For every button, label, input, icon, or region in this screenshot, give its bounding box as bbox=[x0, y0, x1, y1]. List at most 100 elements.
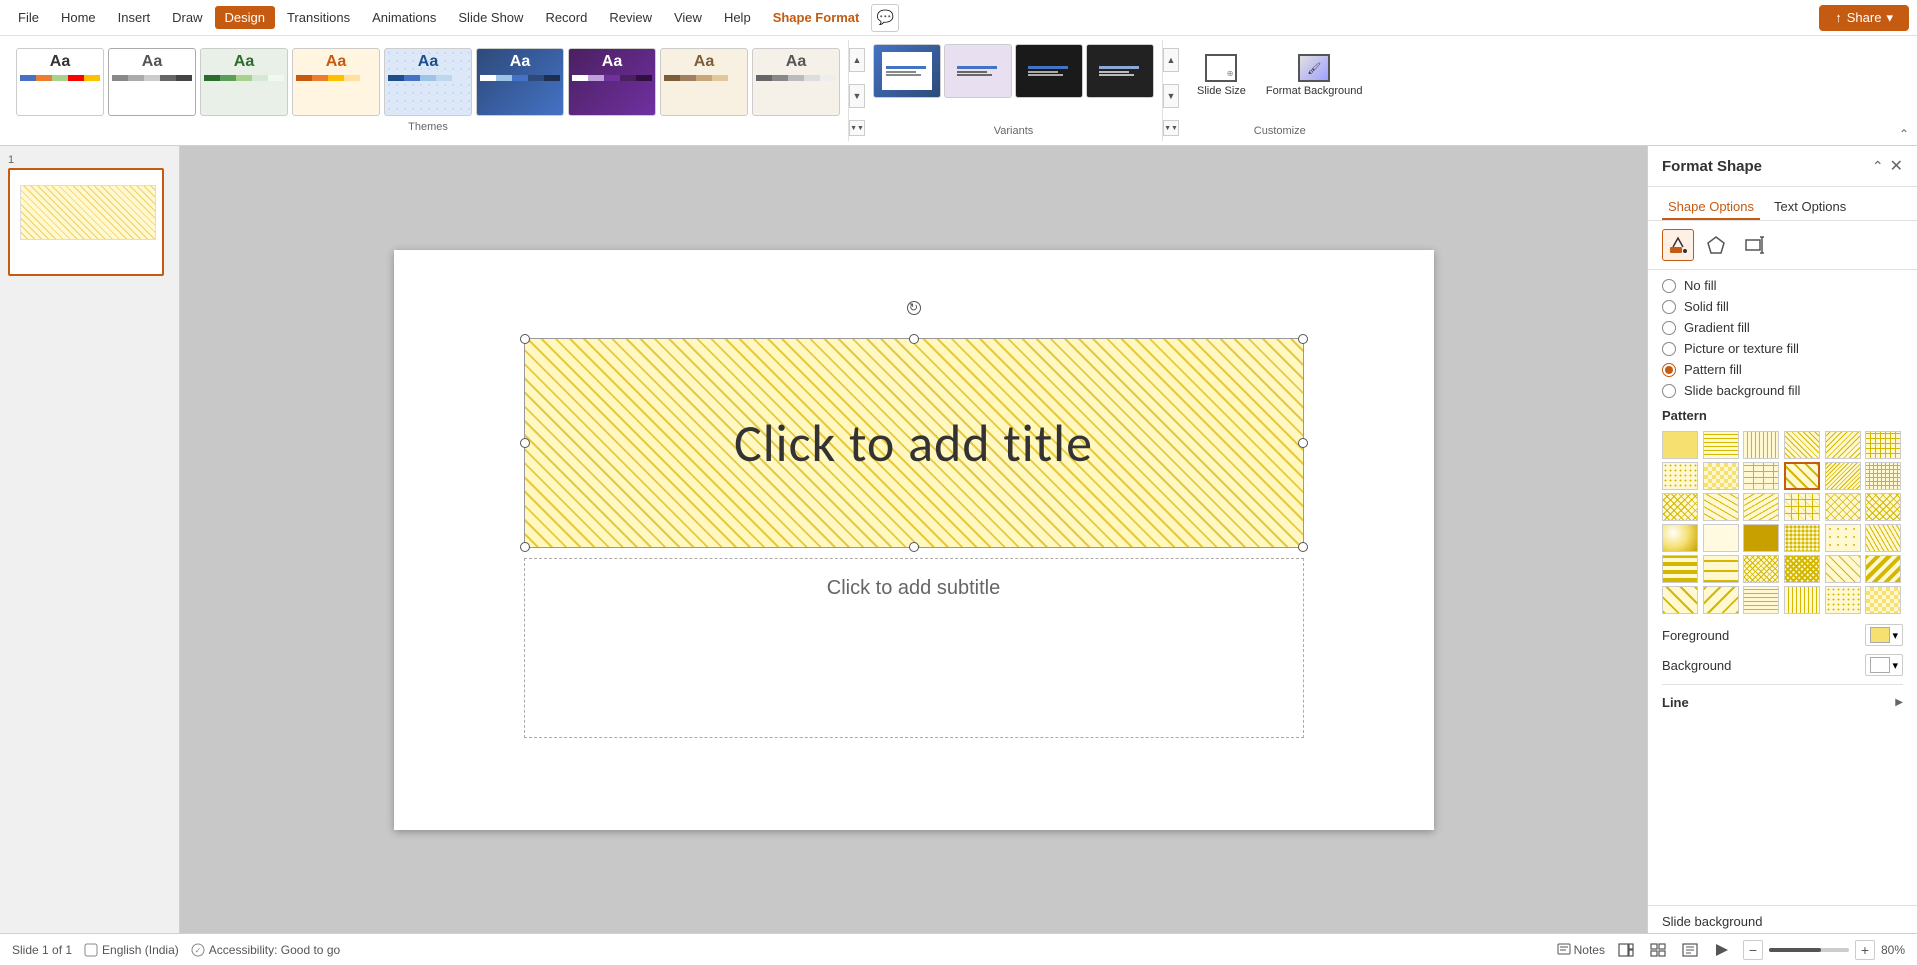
zoom-out-button[interactable]: − bbox=[1743, 940, 1763, 960]
pattern-sphere[interactable] bbox=[1662, 524, 1698, 552]
background-color-button[interactable]: ▾ bbox=[1865, 654, 1903, 676]
title-text-box[interactable]: ↻ Click to add title bbox=[524, 338, 1304, 548]
share-button[interactable]: ↑ Share ▾ bbox=[1819, 5, 1909, 31]
theme-3[interactable]: Aa bbox=[200, 48, 288, 116]
pattern-shingle[interactable] bbox=[1743, 493, 1779, 521]
pattern-stripe-lt[interactable] bbox=[1703, 555, 1739, 583]
fill-option-solid[interactable]: Solid fill bbox=[1662, 299, 1903, 314]
effects-icon-btn[interactable] bbox=[1700, 229, 1732, 261]
menu-insert[interactable]: Insert bbox=[108, 6, 161, 29]
handle-top-left[interactable] bbox=[520, 334, 530, 344]
pattern-wave[interactable] bbox=[1703, 493, 1739, 521]
variants-scroll-down[interactable]: ▼ bbox=[1163, 84, 1179, 108]
pattern-dk-down-diag[interactable] bbox=[1865, 555, 1901, 583]
pattern-wide-up-diag[interactable] bbox=[1662, 586, 1698, 614]
pattern-solid[interactable] bbox=[1662, 431, 1698, 459]
radio-solid-fill[interactable] bbox=[1662, 300, 1676, 314]
menu-view[interactable]: View bbox=[664, 6, 712, 29]
slide-sorter-button[interactable] bbox=[1647, 939, 1669, 961]
fill-line-icon-btn[interactable] bbox=[1662, 229, 1694, 261]
rotate-handle[interactable]: ↻ bbox=[907, 301, 921, 315]
handle-middle-right[interactable] bbox=[1298, 438, 1308, 448]
pattern-checker-2[interactable] bbox=[1865, 586, 1901, 614]
zoom-slider[interactable] bbox=[1769, 948, 1849, 952]
pattern-trellis[interactable] bbox=[1825, 493, 1861, 521]
format-panel-close-button[interactable]: ✕ bbox=[1890, 156, 1903, 176]
tab-text-options[interactable]: Text Options bbox=[1768, 195, 1852, 220]
radio-pattern-fill[interactable] bbox=[1662, 363, 1676, 377]
subtitle-text-box[interactable]: Click to add subtitle bbox=[524, 558, 1304, 738]
pattern-v-lines-2[interactable] bbox=[1784, 586, 1820, 614]
variant-3[interactable] bbox=[1015, 44, 1083, 98]
line-section-header[interactable]: Line ▶ bbox=[1662, 691, 1903, 714]
pattern-heavy-hatch[interactable] bbox=[1784, 555, 1820, 583]
format-panel-collapse-icon[interactable]: ⌃ bbox=[1872, 158, 1884, 175]
zoom-level[interactable]: 80% bbox=[1881, 943, 1905, 957]
theme-6[interactable]: Aa bbox=[476, 48, 564, 116]
size-icon-btn[interactable] bbox=[1738, 229, 1770, 261]
variant-1[interactable] bbox=[873, 44, 941, 98]
menu-record[interactable]: Record bbox=[535, 6, 597, 29]
handle-middle-left[interactable] bbox=[520, 438, 530, 448]
menu-help[interactable]: Help bbox=[714, 6, 761, 29]
handle-top-middle[interactable] bbox=[909, 334, 919, 344]
fill-option-picture[interactable]: Picture or texture fill bbox=[1662, 341, 1903, 356]
fill-option-gradient[interactable]: Gradient fill bbox=[1662, 320, 1903, 335]
theme-9[interactable]: Aa bbox=[752, 48, 840, 116]
radio-no-fill[interactable] bbox=[1662, 279, 1676, 293]
menu-review[interactable]: Review bbox=[599, 6, 662, 29]
pattern-dksolid[interactable] bbox=[1743, 524, 1779, 552]
pattern-diag1[interactable] bbox=[1784, 431, 1820, 459]
pattern-h-lines[interactable] bbox=[1703, 431, 1739, 459]
theme-1[interactable]: Aa bbox=[16, 48, 104, 116]
foreground-color-button[interactable]: ▾ bbox=[1865, 624, 1903, 646]
slide-thumbnail-1[interactable] bbox=[8, 168, 164, 276]
pattern-grid-cell[interactable] bbox=[1865, 462, 1901, 490]
pattern-dots-2[interactable] bbox=[1825, 586, 1861, 614]
themes-scroll-up[interactable]: ▲ bbox=[849, 48, 865, 72]
slide-size-button[interactable]: ⊕ Slide Size bbox=[1189, 48, 1254, 125]
handle-bottom-left[interactable] bbox=[520, 542, 530, 552]
menu-design[interactable]: Design bbox=[215, 6, 275, 29]
pattern-diamond[interactable] bbox=[1865, 493, 1901, 521]
pattern-narrow-diag[interactable] bbox=[1825, 462, 1861, 490]
format-background-button[interactable]: 🖌 Format Background bbox=[1258, 48, 1371, 125]
theme-2[interactable]: Aa bbox=[108, 48, 196, 116]
fill-option-slide-bg[interactable]: Slide background fill bbox=[1662, 383, 1903, 398]
pattern-wide-down-diag[interactable] bbox=[1703, 586, 1739, 614]
pattern-lt-up-diag[interactable] bbox=[1825, 555, 1861, 583]
handle-bottom-middle[interactable] bbox=[909, 542, 919, 552]
chat-icon[interactable]: 💬 bbox=[871, 4, 899, 32]
menu-slideshow[interactable]: Slide Show bbox=[448, 6, 533, 29]
variant-4[interactable] bbox=[1086, 44, 1154, 98]
pattern-plaid[interactable] bbox=[1784, 493, 1820, 521]
handle-bottom-right[interactable] bbox=[1298, 542, 1308, 552]
pattern-sparse-dots[interactable] bbox=[1825, 524, 1861, 552]
pattern-checker[interactable] bbox=[1703, 462, 1739, 490]
pattern-dots[interactable] bbox=[1662, 462, 1698, 490]
pattern-confetti[interactable] bbox=[1865, 524, 1901, 552]
themes-scroll-down[interactable]: ▼ bbox=[849, 84, 865, 108]
menu-home[interactable]: Home bbox=[51, 6, 106, 29]
handle-top-right[interactable] bbox=[1298, 334, 1308, 344]
radio-slide-bg-fill[interactable] bbox=[1662, 384, 1676, 398]
menu-draw[interactable]: Draw bbox=[162, 6, 212, 29]
menu-shape-format[interactable]: Shape Format bbox=[763, 6, 870, 29]
normal-view-button[interactable] bbox=[1615, 939, 1637, 961]
slide-canvas[interactable]: ↻ Click to add title Click to add subtit… bbox=[394, 250, 1434, 830]
zoom-in-button[interactable]: + bbox=[1855, 940, 1875, 960]
pattern-h-lines-2[interactable] bbox=[1743, 586, 1779, 614]
themes-scroll-more[interactable]: ▼▼ bbox=[849, 120, 865, 136]
slideshow-button[interactable] bbox=[1711, 939, 1733, 961]
fill-option-pattern[interactable]: Pattern fill bbox=[1662, 362, 1903, 377]
theme-8[interactable]: Aa bbox=[660, 48, 748, 116]
pattern-diag2[interactable] bbox=[1825, 431, 1861, 459]
theme-5[interactable]: Aa bbox=[384, 48, 472, 116]
menu-animations[interactable]: Animations bbox=[362, 6, 446, 29]
pattern-v-lines[interactable] bbox=[1743, 431, 1779, 459]
notes-button[interactable]: Notes bbox=[1557, 943, 1605, 957]
menu-transitions[interactable]: Transitions bbox=[277, 6, 360, 29]
pattern-lgsolid[interactable] bbox=[1703, 524, 1739, 552]
pattern-zigzag[interactable] bbox=[1662, 493, 1698, 521]
fill-option-none[interactable]: No fill bbox=[1662, 278, 1903, 293]
